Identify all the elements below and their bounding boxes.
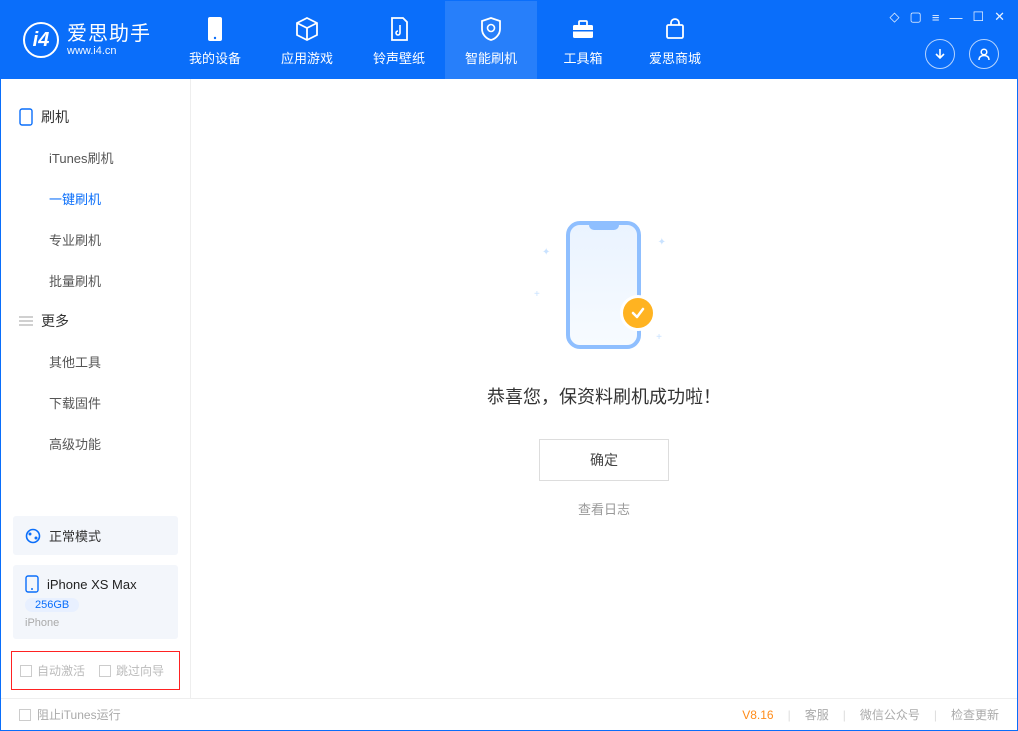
store-icon [660,14,690,44]
sidebar-item-pro-flash[interactable]: 专业刷机 [1,219,190,260]
sidebar-item-download-firmware[interactable]: 下载固件 [1,382,190,423]
device-type: iPhone [25,617,166,629]
app-header: i4 爱思助手 www.i4.cn 我的设备 应用游戏 铃声壁纸 智能刷机 工具… [1,1,1017,79]
app-logo-icon: i4 [23,22,59,58]
phone-small-icon [19,108,33,126]
footer-right: V8.16 | 客服 | 微信公众号 | 检查更新 [742,706,999,723]
toolbox-icon [568,14,598,44]
options-highlight-box: 自动激活 跳过向导 [11,651,180,690]
device-card[interactable]: iPhone XS Max 256GB iPhone [13,565,178,639]
checkbox-icon [19,709,31,721]
tab-my-device[interactable]: 我的设备 [169,1,261,79]
customer-service-link[interactable]: 客服 [805,706,829,723]
cube-icon [292,14,322,44]
header-action-buttons [925,39,999,69]
logo-area: i4 爱思助手 www.i4.cn [1,22,169,58]
music-file-icon [384,14,414,44]
device-icon [200,14,230,44]
sidebar: 刷机 iTunes刷机 一键刷机 专业刷机 批量刷机 更多 其他工具 下载固件 … [1,79,191,698]
app-name: 爱思助手 [67,23,151,45]
feedback-icon[interactable]: ◇ [890,9,900,25]
more-icon [19,314,33,328]
checkbox-icon [20,665,32,677]
checkbox-auto-activate[interactable]: 自动激活 [20,662,85,679]
body-area: 刷机 iTunes刷机 一键刷机 专业刷机 批量刷机 更多 其他工具 下载固件 … [1,79,1017,698]
device-phone-icon [25,575,39,593]
shield-icon [476,14,506,44]
view-log-link[interactable]: 查看日志 [578,499,630,518]
sidebar-item-itunes-flash[interactable]: iTunes刷机 [1,137,190,178]
skin-icon[interactable]: ▢ [910,9,922,25]
sidebar-item-batch-flash[interactable]: 批量刷机 [1,260,190,301]
checkbox-block-itunes[interactable]: 阻止iTunes运行 [19,706,121,723]
phone-illustration [566,221,641,349]
device-capacity: 256GB [25,598,79,612]
sidebar-section-more: 更多 [1,301,190,341]
checkbox-skip-wizard[interactable]: 跳过向导 [99,662,164,679]
download-button[interactable] [925,39,955,69]
check-update-link[interactable]: 检查更新 [951,706,999,723]
tab-toolbox[interactable]: 工具箱 [537,1,629,79]
tab-apps-games[interactable]: 应用游戏 [261,1,353,79]
success-check-icon [620,295,656,331]
sidebar-item-oneclick-flash[interactable]: 一键刷机 [1,178,190,219]
window-controls: ◇ ▢ ≡ — ☐ ✕ [890,9,1005,25]
maximize-button[interactable]: ☐ [972,9,984,25]
user-button[interactable] [969,39,999,69]
success-message: 恭喜您，保资料刷机成功啦！ [487,383,721,409]
app-url: www.i4.cn [67,45,151,57]
version-label: V8.16 [742,708,773,722]
footer: 阻止iTunes运行 V8.16 | 客服 | 微信公众号 | 检查更新 [1,698,1017,730]
device-panel: 正常模式 iPhone XS Max 256GB iPhone [13,516,178,639]
tab-ringtones-wallpapers[interactable]: 铃声壁纸 [353,1,445,79]
tab-smart-flash[interactable]: 智能刷机 [445,1,537,79]
mode-icon [25,528,41,544]
logo-text: 爱思助手 www.i4.cn [67,23,151,57]
sidebar-item-other-tools[interactable]: 其他工具 [1,341,190,382]
success-illustration: ✦ + ✦ + [524,219,684,359]
minimize-button[interactable]: — [949,10,962,25]
sidebar-section-flash: 刷机 [1,97,190,137]
close-button[interactable]: ✕ [994,9,1005,25]
ok-button[interactable]: 确定 [539,439,669,481]
checkbox-icon [99,665,111,677]
wechat-link[interactable]: 微信公众号 [860,706,920,723]
device-mode-row[interactable]: 正常模式 [13,516,178,555]
main-content: ✦ + ✦ + 恭喜您，保资料刷机成功啦！ 确定 查看日志 [191,79,1017,698]
device-mode-label: 正常模式 [49,526,101,545]
menu-icon[interactable]: ≡ [932,10,940,25]
tab-store[interactable]: 爱思商城 [629,1,721,79]
device-name-row: iPhone XS Max [25,575,166,593]
nav-tabs: 我的设备 应用游戏 铃声壁纸 智能刷机 工具箱 爱思商城 [169,1,721,79]
sidebar-item-advanced[interactable]: 高级功能 [1,423,190,464]
